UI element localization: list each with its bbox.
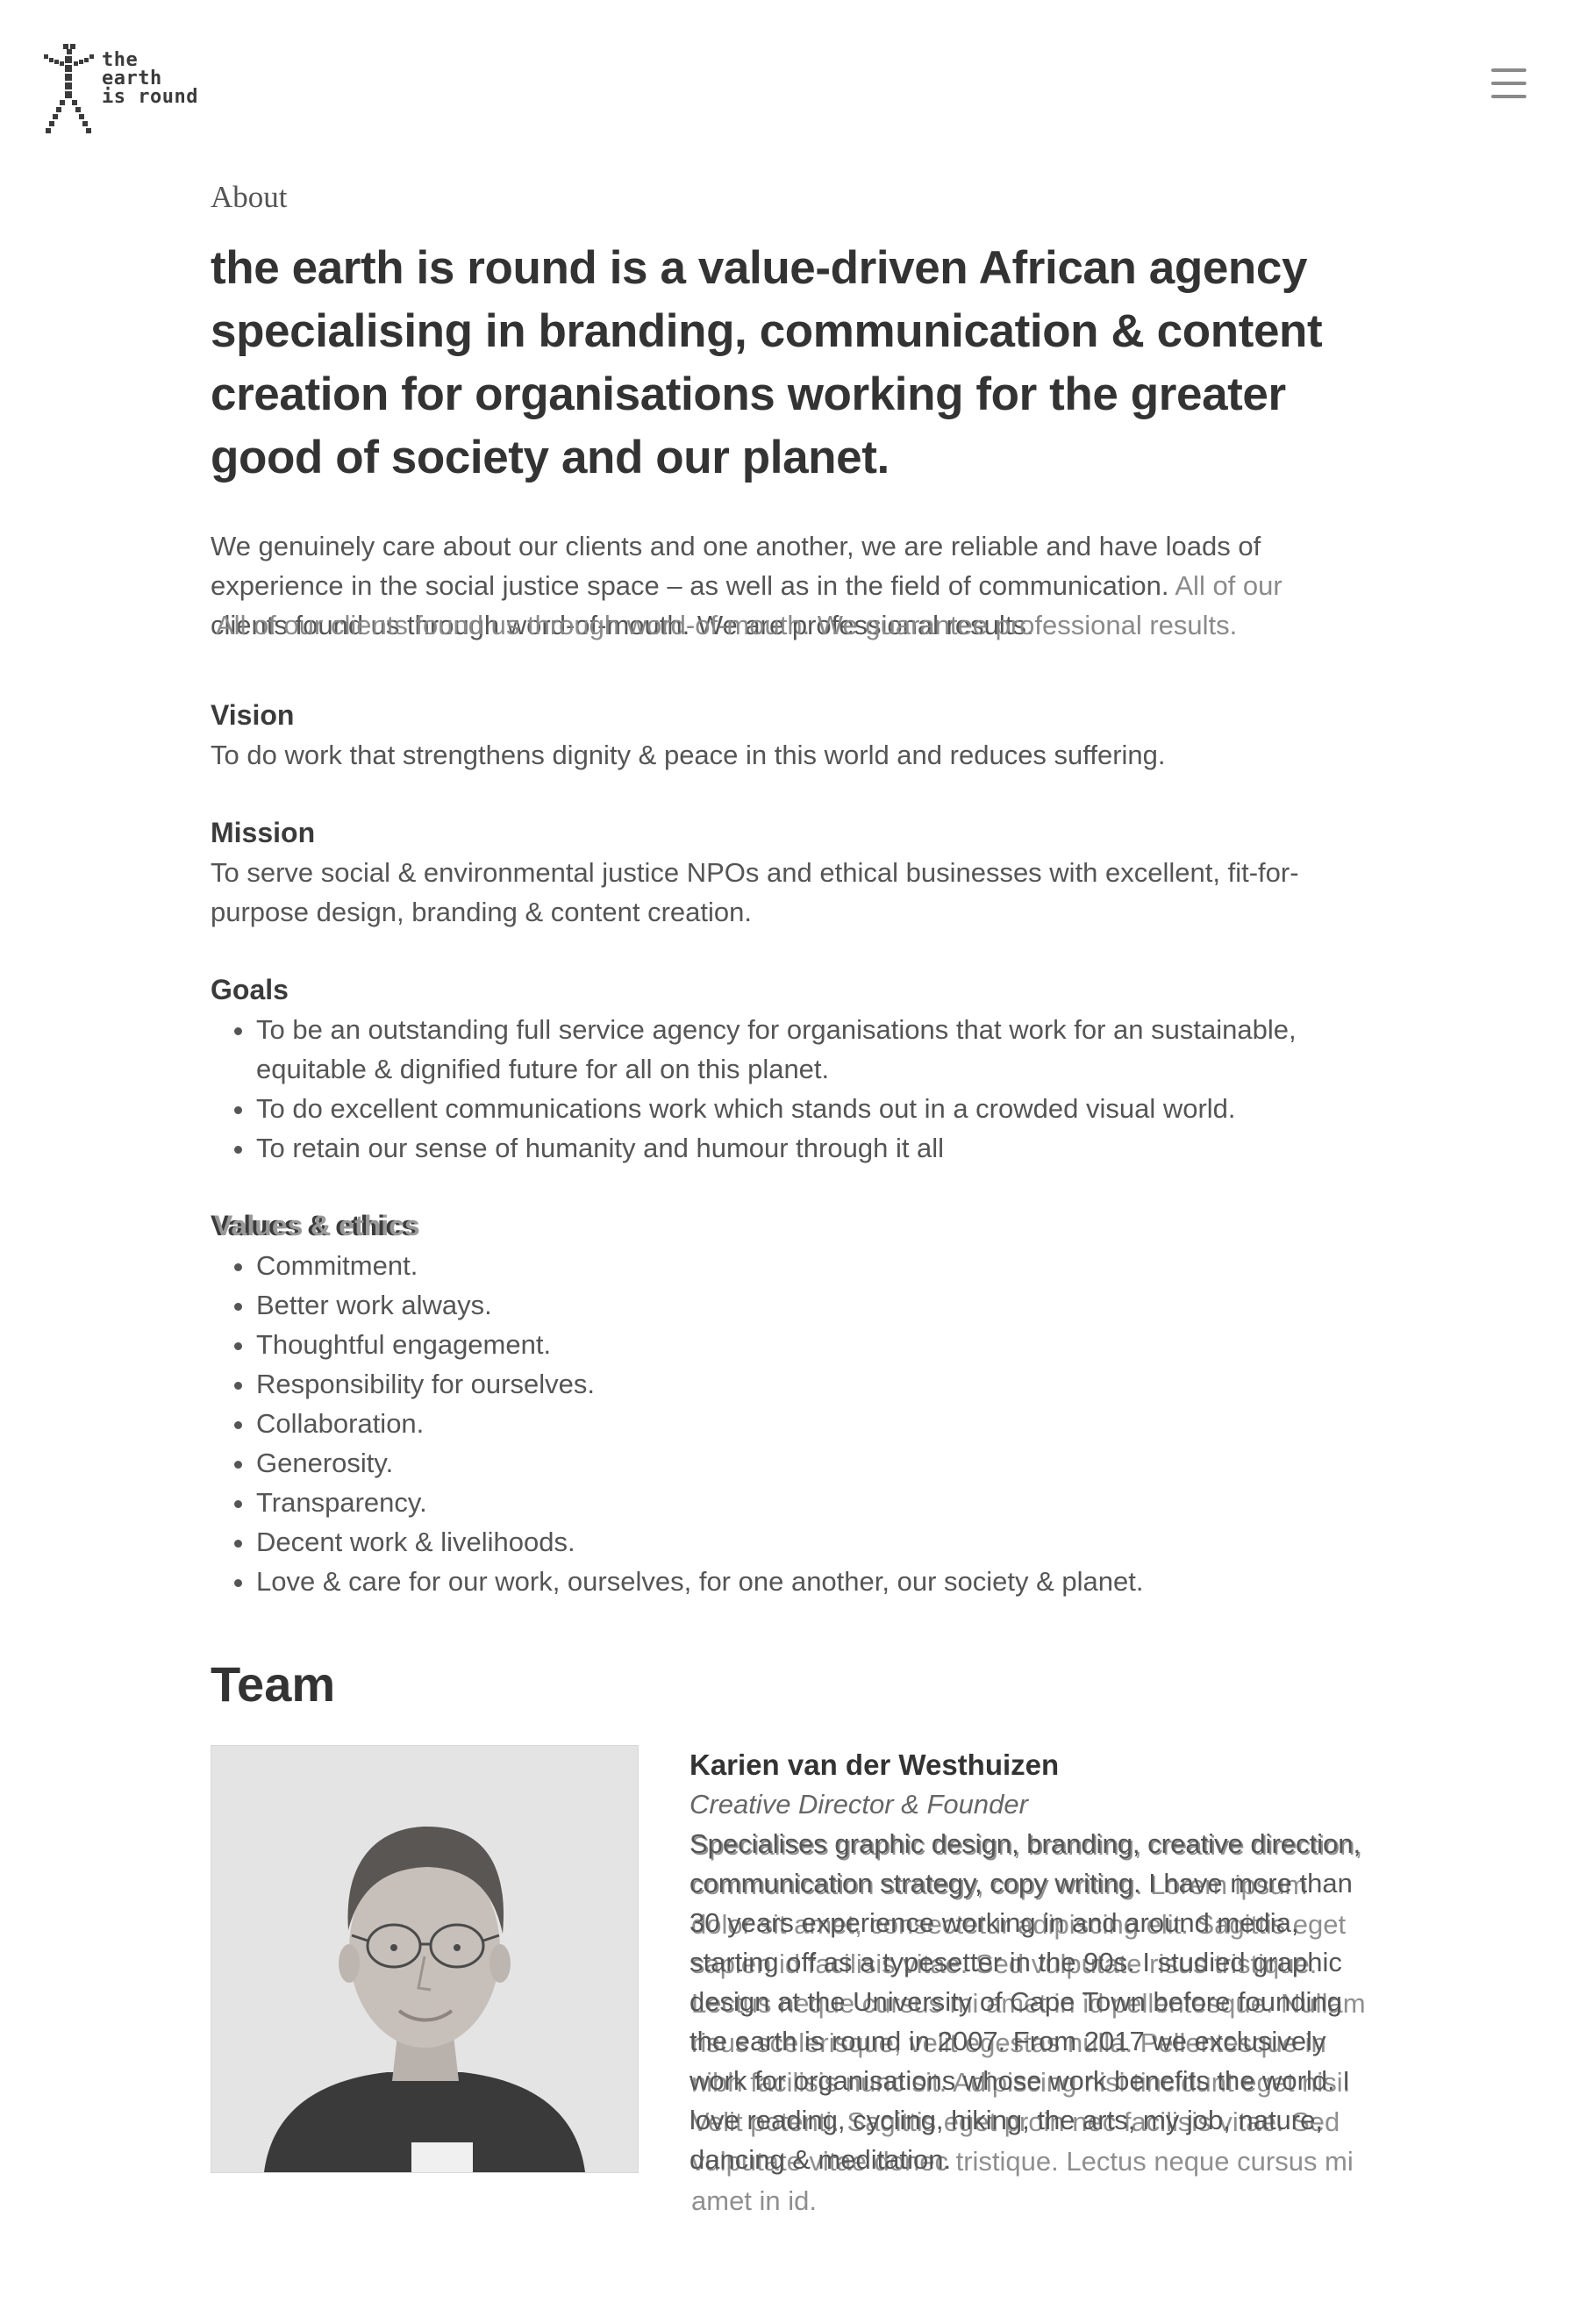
hamburger-menu-icon[interactable] [1491, 67, 1526, 102]
about-intro-overlap-line: clients found us through word-of-mouth. … [211, 605, 1368, 645]
vision-text: To do work that strengthens dignity & pe… [211, 740, 1166, 770]
goal-item: To retain our sense of humanity and humo… [256, 1128, 1368, 1168]
value-item: Better work always. [256, 1285, 1368, 1325]
vision-section: Vision To do work that strengthens digni… [211, 696, 1368, 775]
about-lead-statement: the earth is round is a value-driven Afr… [211, 242, 1323, 483]
team-member-name: Karien van der Westhuizen [689, 1748, 1060, 1781]
about-page-main: About the earth is round is a value-driv… [211, 175, 1368, 2324]
team-member-role: Creative Director & Founder [689, 1789, 1028, 1820]
values-heading: Values & ethics Values & ethics [211, 1206, 1368, 1246]
mission-text: To serve social & environmental justice … [211, 857, 1299, 927]
vision-heading: Vision [211, 699, 295, 731]
value-item: Responsibility for ourselves. [256, 1364, 1368, 1404]
value-item: Transparency. [256, 1483, 1368, 1522]
about-eyebrow: About [211, 180, 288, 214]
mission-heading: Mission [211, 817, 316, 848]
value-item: Love & care for our work, ourselves, for… [256, 1562, 1368, 1601]
site-header: the earth is round [0, 0, 1579, 149]
about-intro-paragraph: We genuinely care about our clients and … [211, 526, 1368, 605]
value-item: Collaboration. [256, 1404, 1368, 1443]
value-item: Thoughtful engagement. [256, 1325, 1368, 1364]
about-intro-main: We genuinely care about our clients and … [211, 531, 1261, 601]
about-intro-faint: All of our [1175, 570, 1282, 601]
goals-heading: Goals [211, 974, 289, 1005]
team-member-details: Karien van der Westhuizen Creative Direc… [689, 1745, 1368, 2280]
logo-line-3: is round [102, 86, 198, 108]
goal-item: To do excellent communications work whic… [256, 1089, 1368, 1128]
team-member-photo [211, 1745, 639, 2173]
mission-section: Mission To serve social & environmental … [211, 813, 1368, 932]
person-portrait-icon [211, 1746, 638, 2172]
value-item: Commitment. [256, 1246, 1368, 1285]
logo-line-1: the [102, 49, 139, 71]
goals-section: Goals To be an outstanding full service … [211, 970, 1368, 1168]
goals-list: To be an outstanding full service agency… [211, 1010, 1368, 1168]
team-title: Team [211, 1656, 336, 1712]
goal-item: To be an outstanding full service agency… [256, 1010, 1368, 1089]
values-heading-overlap: Values & ethics [214, 1210, 420, 1241]
logo-link[interactable]: the earth is round [42, 42, 226, 139]
values-section: Values & ethics Values & ethics Commitme… [211, 1206, 1368, 1601]
logo-wordmark: the earth is round [102, 49, 198, 108]
about-intro-overlap-b: All of our clients found us through word… [216, 610, 1238, 640]
team-member-bio: Specialises graphic design, branding, cr… [689, 1824, 1368, 2280]
stick-figure-logo-icon [44, 44, 94, 133]
value-item: Generosity. [256, 1443, 1368, 1483]
value-item: Decent work & livelihoods. [256, 1522, 1368, 1562]
team-member-card: Karien van der Westhuizen Creative Direc… [211, 1745, 1368, 2324]
logo-line-2: earth [102, 68, 162, 89]
team-member-bio-text: Specialises graphic design, branding, cr… [689, 1828, 1361, 2175]
values-list: Commitment. Better work always. Thoughtf… [211, 1246, 1368, 1601]
